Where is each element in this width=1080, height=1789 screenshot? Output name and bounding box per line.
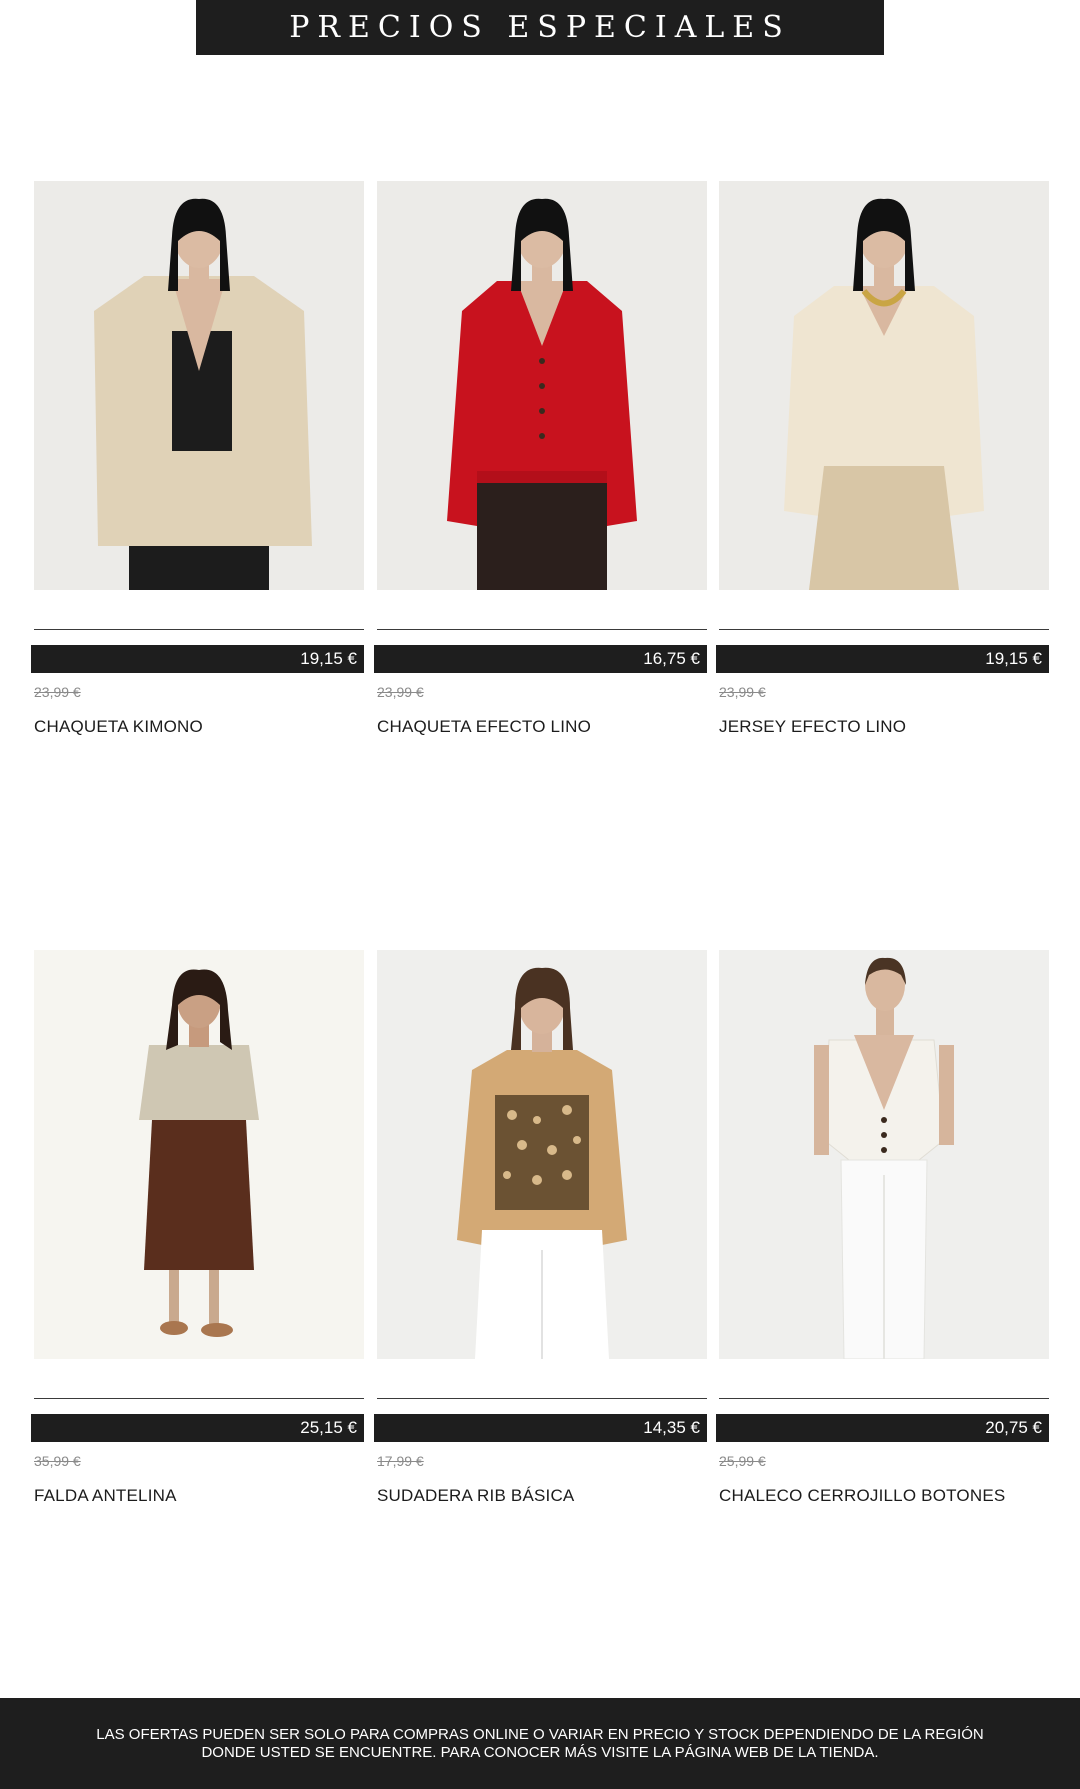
footer-disclaimer: LAS OFERTAS PUEDEN SER SOLO PARA COMPRAS… <box>0 1698 1080 1789</box>
product-name[interactable]: CHAQUETA KIMONO <box>34 717 203 737</box>
divider <box>719 629 1049 630</box>
product-image[interactable] <box>719 950 1049 1359</box>
original-price: 17,99 € <box>377 1453 424 1469</box>
divider <box>377 1398 707 1399</box>
page-banner-title: PRECIOS ESPECIALES <box>196 0 884 55</box>
product-name[interactable]: FALDA ANTELINA <box>34 1486 177 1506</box>
sale-price: 25,15 € <box>31 1414 364 1442</box>
original-price: 25,99 € <box>719 1453 766 1469</box>
product-image[interactable] <box>34 950 364 1359</box>
product-name[interactable]: JERSEY EFECTO LINO <box>719 717 906 737</box>
original-price: 35,99 € <box>34 1453 81 1469</box>
divider <box>377 629 707 630</box>
product-image[interactable] <box>34 181 364 590</box>
footer-line-1: LAS OFERTAS PUEDEN SER SOLO PARA COMPRAS… <box>96 1726 984 1743</box>
sale-price: 16,75 € <box>374 645 707 673</box>
sale-price: 20,75 € <box>716 1414 1049 1442</box>
product-image[interactable] <box>719 181 1049 590</box>
sale-price: 19,15 € <box>716 645 1049 673</box>
product-image[interactable] <box>377 181 707 590</box>
product-image[interactable] <box>377 950 707 1359</box>
footer-line-2: DONDE USTED SE ENCUENTRE. PARA CONOCER M… <box>201 1744 879 1761</box>
divider <box>34 629 364 630</box>
original-price: 23,99 € <box>719 684 766 700</box>
original-price: 23,99 € <box>377 684 424 700</box>
divider <box>34 1398 364 1399</box>
divider <box>719 1398 1049 1399</box>
sale-price: 19,15 € <box>31 645 364 673</box>
original-price: 23,99 € <box>34 684 81 700</box>
sale-price: 14,35 € <box>374 1414 707 1442</box>
product-name[interactable]: CHAQUETA EFECTO LINO <box>377 717 591 737</box>
product-name[interactable]: CHALECO CERROJILLO BOTONES <box>719 1486 1005 1506</box>
product-name[interactable]: SUDADERA RIB BÁSICA <box>377 1486 574 1506</box>
